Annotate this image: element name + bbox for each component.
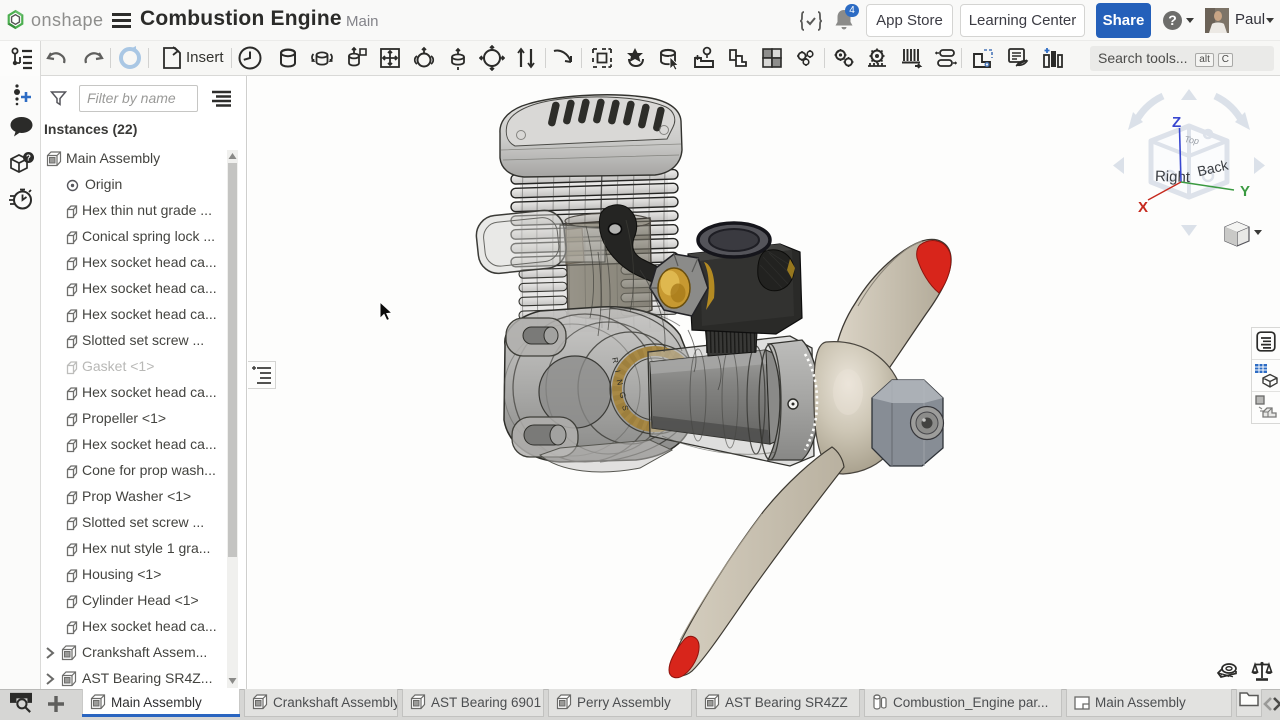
svg-text:Z: Z [1172, 114, 1181, 131]
svg-text:Y: Y [1240, 183, 1250, 200]
svg-text:?: ? [26, 153, 31, 162]
svg-text:X: X [1138, 199, 1148, 216]
